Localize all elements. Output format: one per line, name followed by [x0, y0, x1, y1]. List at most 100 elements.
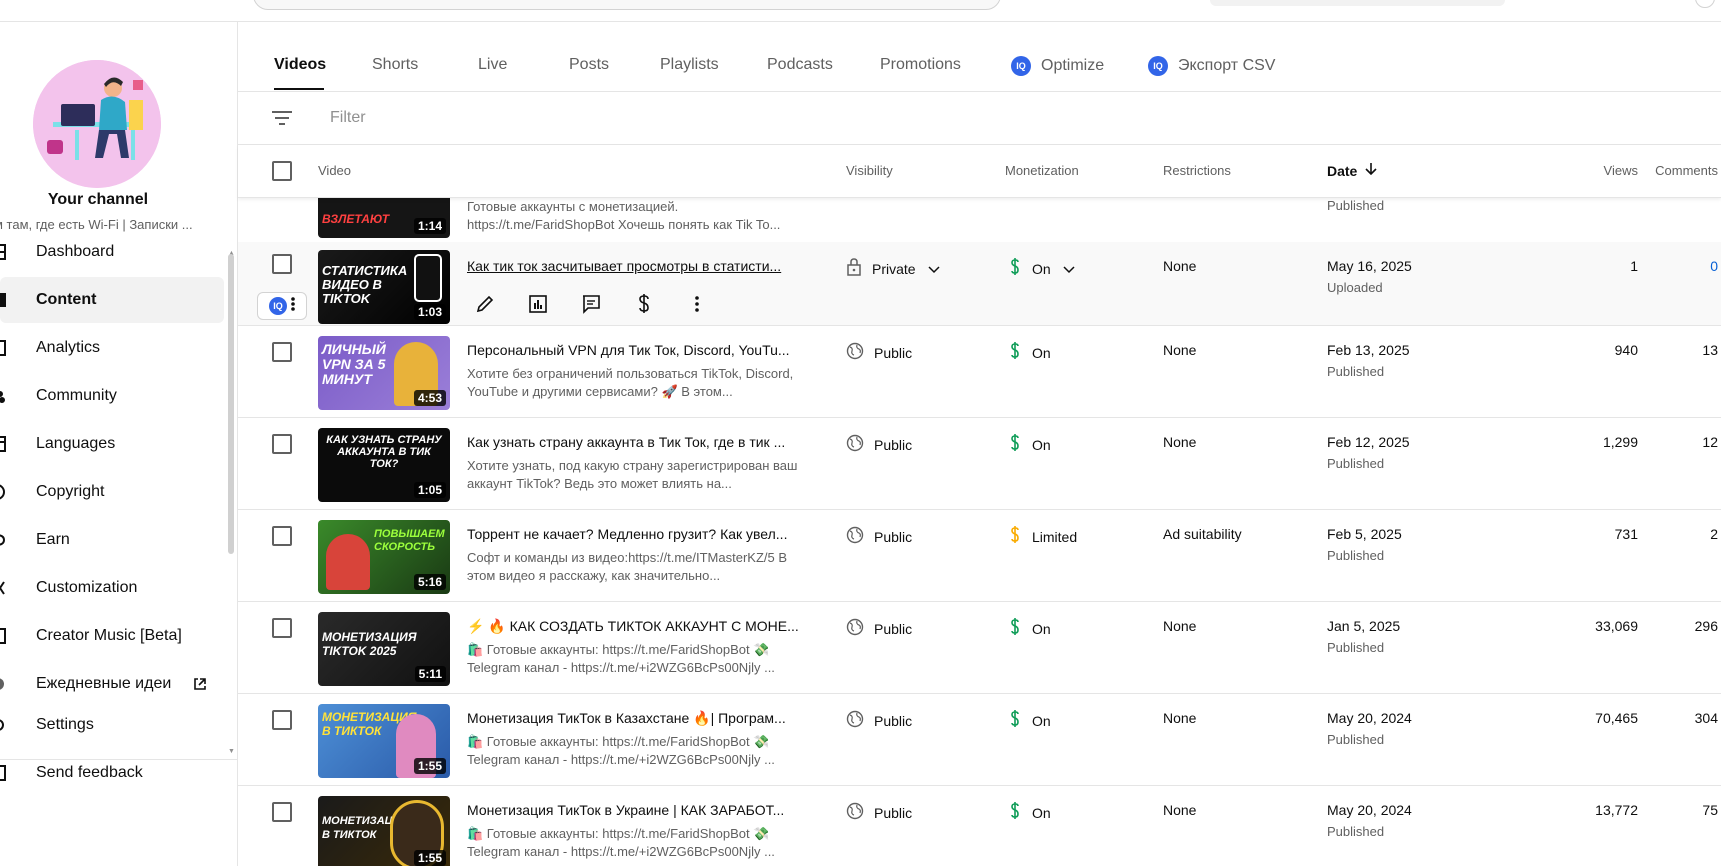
video-title[interactable]: Монетизация ТикТок в Казахстане 🔥| Прогр…	[467, 710, 802, 727]
sidebar-item-label: Send feedback	[36, 764, 143, 781]
comments-count[interactable]: 75	[1638, 802, 1718, 818]
sidebar-item-customization[interactable]: Customization	[0, 565, 224, 611]
visibility-value[interactable]: Public	[846, 802, 912, 823]
table-row[interactable]: ПОВЫШАЕМ СКОРОСТЬ 5:16 Торрент не качает…	[238, 510, 1721, 602]
comments-count[interactable]: 296	[1638, 618, 1718, 634]
search-input[interactable]	[253, 0, 1001, 10]
table-row[interactable]: IQ СТАТИСТИКА ВИДЕО В TIKTOK 1:03 Как ти…	[238, 242, 1721, 326]
more-options-icon[interactable]	[679, 290, 715, 318]
sidebar-item-copyright[interactable]: Copyright	[0, 469, 224, 515]
video-thumbnail[interactable]: СТАТИСТИКА ВИДЕО В TIKTOK 1:03	[318, 250, 450, 324]
tab-live[interactable]: Live	[478, 56, 507, 74]
video-thumbnail[interactable]: ВЗЛЕТАЮТ 1:14	[318, 198, 450, 238]
video-title[interactable]: Монетизация ТикТок в Украине | КАК ЗАРАБ…	[467, 802, 802, 818]
video-title[interactable]: Как тик ток засчитывает просмотры в стат…	[467, 258, 802, 274]
analytics-bar-icon[interactable]	[520, 290, 556, 318]
tab-posts[interactable]: Posts	[569, 56, 609, 74]
column-header-date[interactable]: Date	[1327, 162, 1377, 179]
lock-icon	[846, 258, 862, 279]
video-title[interactable]: ⚡ 🔥 КАК СОЗДАТЬ ТИКТОК АККАУНТ С МОНЕ...	[467, 618, 802, 635]
extension-menu-button[interactable]: IQ	[257, 292, 307, 320]
restrictions-value[interactable]: Ad suitability	[1163, 526, 1242, 542]
video-thumbnail[interactable]: ПОВЫШАЕМ СКОРОСТЬ 5:16	[318, 520, 450, 594]
table-row[interactable]: МОНЕТИЗАЦИЯ В ТИКТОК 1:55 Монетизация Ти…	[238, 786, 1721, 866]
table-row[interactable]: КАК УЗНАТЬ СТРАНУ АККАУНТА В ТИК ТОК? 1:…	[238, 418, 1721, 510]
column-header-monetization[interactable]: Monetization	[1005, 163, 1079, 178]
monetization-dropdown[interactable]: On	[1010, 258, 1075, 279]
monetization-dollar-icon[interactable]	[626, 290, 662, 318]
sidebar-item-ideas[interactable]: Ежедневные идеи	[0, 661, 224, 707]
comments-count[interactable]: 304	[1638, 710, 1718, 726]
row-checkbox[interactable]	[272, 802, 292, 822]
tab-videos[interactable]: Videos	[274, 56, 326, 74]
video-title[interactable]: Торрент не качает? Медленно грузит? Как …	[467, 526, 802, 542]
table-row[interactable]: ВЗЛЕТАЮТ 1:14 Готовые аккаунты с монетиз…	[238, 198, 1721, 246]
table-row[interactable]: ЛИЧНЫЙ VPN ЗА 5 МИНУТ 4:53 Персональный …	[238, 326, 1721, 418]
monetization-value[interactable]: On	[1010, 802, 1051, 823]
comments-count[interactable]: 12	[1638, 434, 1718, 450]
comments-count[interactable]: 13	[1638, 342, 1718, 358]
globe-icon	[846, 526, 864, 547]
table-row[interactable]: МОНЕТИЗАЦИЯ В ТИКТОК 1:55 Монетизация Ти…	[238, 694, 1721, 786]
comments-count[interactable]: 0	[1638, 258, 1718, 274]
column-header-comments[interactable]: Comments	[1618, 163, 1718, 178]
video-thumbnail[interactable]: КАК УЗНАТЬ СТРАНУ АККАУНТА В ТИК ТОК? 1:…	[318, 428, 450, 502]
sidebar-item-content[interactable]: Content	[0, 277, 224, 323]
row-checkbox[interactable]	[272, 342, 292, 362]
edit-pencil-icon[interactable]	[467, 290, 503, 318]
table-row[interactable]: МОНЕТИЗАЦИЯ TIKTOK 2025 5:11 ⚡ 🔥 КАК СОЗ…	[238, 602, 1721, 694]
comments-icon[interactable]	[573, 290, 609, 318]
tab-podcasts[interactable]: Podcasts	[767, 56, 833, 74]
video-thumbnail[interactable]: МОНЕТИЗАЦИЯ TIKTOK 2025 5:11	[318, 612, 450, 686]
visibility-value[interactable]: Public	[846, 526, 912, 547]
sidebar-item-label: Dashboard	[36, 243, 115, 260]
sidebar-scrollbar[interactable]	[228, 254, 234, 554]
tab-playlists[interactable]: Playlists	[660, 56, 719, 74]
column-header-visibility[interactable]: Visibility	[846, 163, 893, 178]
account-button[interactable]	[1695, 0, 1715, 8]
scroll-down-arrow-icon[interactable]: ▼	[228, 748, 235, 755]
sidebar-item-label: Copyright	[36, 483, 105, 500]
video-thumbnail[interactable]: МОНЕТИЗАЦИЯ В ТИКТОК 1:55	[318, 796, 450, 866]
monetization-value[interactable]: Limited	[1010, 526, 1077, 547]
tab-promotions[interactable]: Promotions	[880, 56, 961, 74]
date-status: Published	[1327, 198, 1385, 213]
row-checkbox[interactable]	[272, 618, 292, 638]
filter-input[interactable]	[330, 106, 930, 130]
row-checkbox[interactable]	[272, 254, 292, 274]
video-thumbnail[interactable]: ЛИЧНЫЙ VPN ЗА 5 МИНУТ 4:53	[318, 336, 450, 410]
sidebar-item-feedback[interactable]: Send feedback	[0, 750, 224, 796]
monetization-value[interactable]: On	[1010, 434, 1051, 455]
select-all-checkbox[interactable]	[272, 161, 292, 181]
comments-count[interactable]: 2	[1638, 526, 1718, 542]
visibility-value[interactable]: Public	[846, 710, 912, 731]
channel-avatar[interactable]	[33, 60, 161, 188]
sidebar-item-label: Earn	[36, 531, 70, 548]
video-title[interactable]: Персональный VPN для Тик Ток, Discord, Y…	[467, 342, 802, 358]
visibility-value[interactable]: Public	[846, 618, 912, 639]
sidebar-item-analytics[interactable]: Analytics	[0, 325, 224, 371]
visibility-dropdown[interactable]: Private	[846, 258, 940, 279]
sidebar-item-community[interactable]: Community	[0, 373, 224, 419]
sidebar-item-dashboard[interactable]: Dashboard	[0, 229, 224, 275]
sidebar-item-earn[interactable]: Earn	[0, 517, 224, 563]
top-bar-control[interactable]	[1210, 0, 1505, 6]
sidebar-item-creator-music[interactable]: Creator Music [Beta]	[0, 613, 224, 659]
visibility-value[interactable]: Public	[846, 342, 912, 363]
monetization-value[interactable]: On	[1010, 710, 1051, 731]
filter-icon[interactable]	[272, 110, 292, 131]
sidebar-item-languages[interactable]: Languages	[0, 421, 224, 467]
row-checkbox[interactable]	[272, 434, 292, 454]
video-thumbnail[interactable]: МОНЕТИЗАЦИЯ В ТИКТОК 1:55	[318, 704, 450, 778]
tab-export-csv[interactable]: IQ Экспорт CSV	[1148, 56, 1275, 76]
monetization-value[interactable]: On	[1010, 342, 1051, 363]
monetization-value[interactable]: On	[1010, 618, 1051, 639]
sidebar-item-settings[interactable]: Settings	[0, 702, 224, 748]
visibility-value[interactable]: Public	[846, 434, 912, 455]
row-checkbox[interactable]	[272, 526, 292, 546]
tab-optimize[interactable]: IQ Optimize	[1011, 56, 1104, 76]
tab-shorts[interactable]: Shorts	[372, 56, 418, 74]
column-header-restrictions[interactable]: Restrictions	[1163, 163, 1231, 178]
row-checkbox[interactable]	[272, 710, 292, 730]
video-title[interactable]: Как узнать страну аккаунта в Тик Ток, гд…	[467, 434, 802, 450]
